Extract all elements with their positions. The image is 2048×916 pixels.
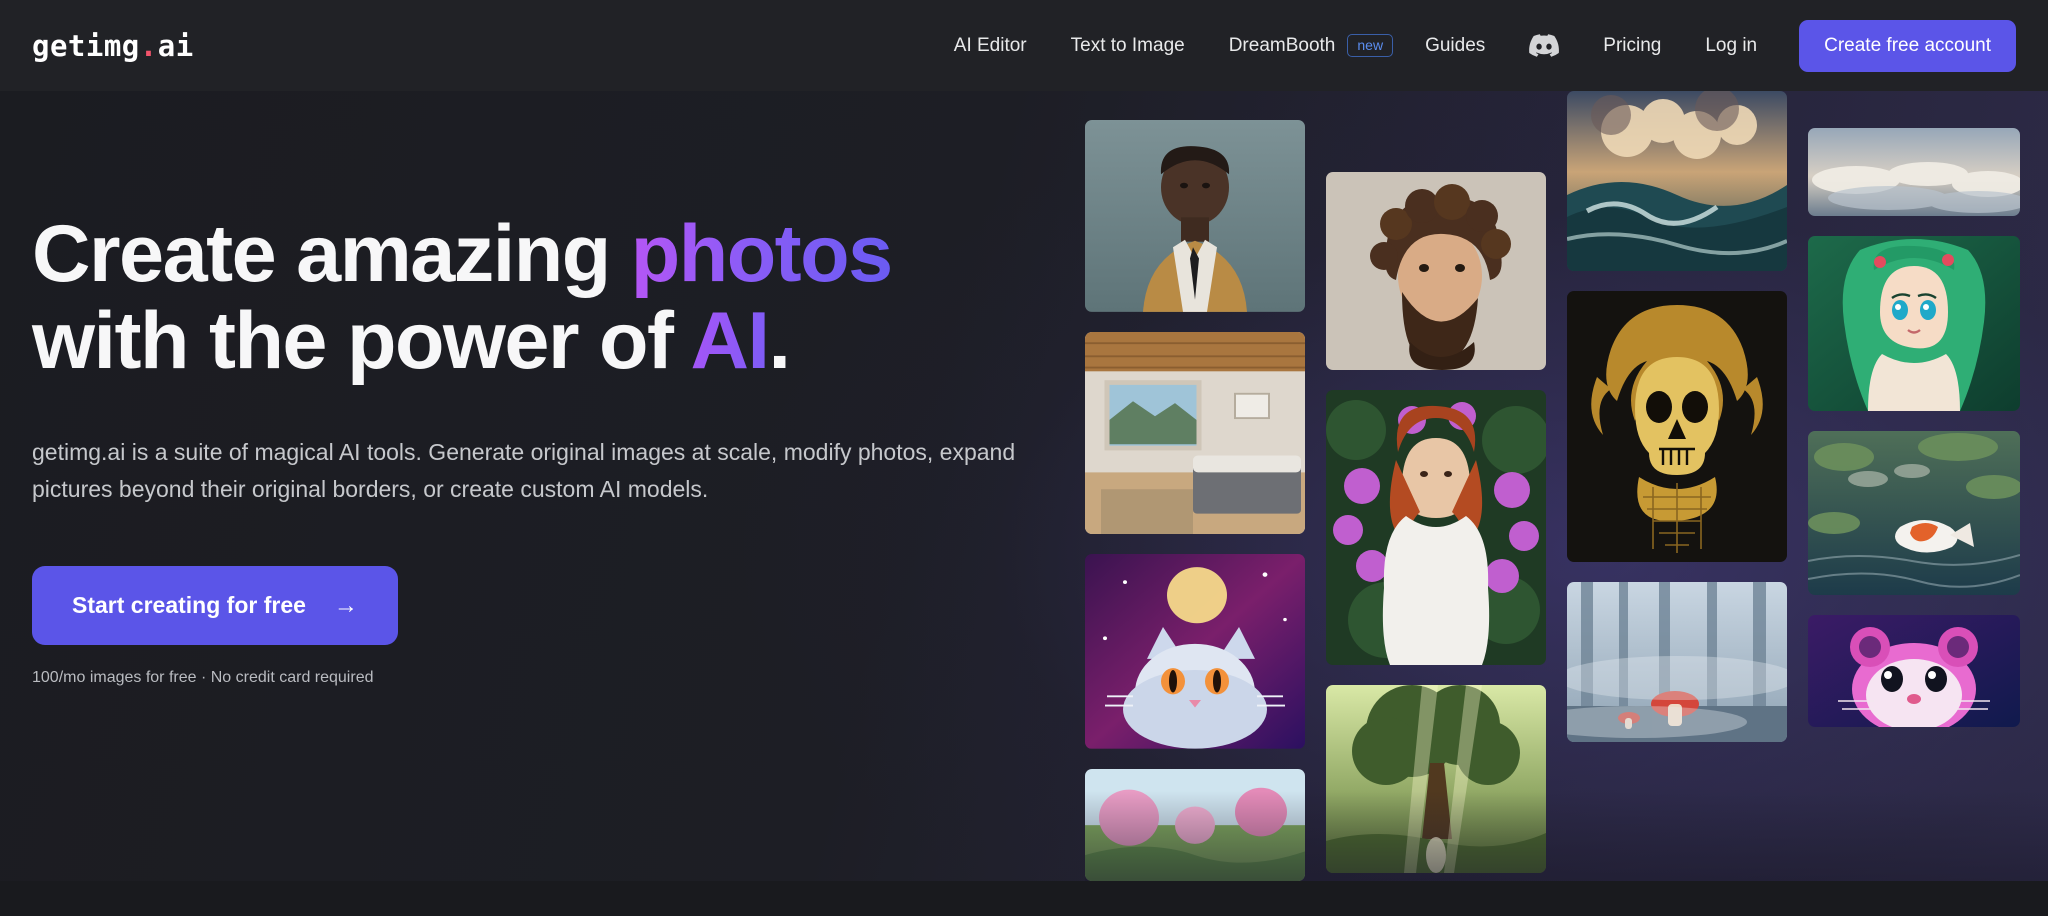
nav-item-text-to-image[interactable]: Text to Image <box>1049 27 1207 65</box>
hero-fineprint: 100/mo images for free · No credit card … <box>32 669 374 687</box>
tile-misty-mushroom-forest[interactable] <box>1567 582 1787 742</box>
tile-cloudscape[interactable] <box>1808 128 2020 216</box>
tile-forest-tree[interactable] <box>1326 685 1546 873</box>
tile-neon-hamster[interactable] <box>1808 615 2020 727</box>
tile-golden-medusa-skull[interactable] <box>1567 291 1787 562</box>
nav-item-ai-editor[interactable]: AI Editor <box>932 27 1049 65</box>
nav-item-pricing[interactable]: Pricing <box>1581 27 1683 65</box>
start-creating-label: Start creating for free <box>72 592 306 619</box>
start-creating-button[interactable]: Start creating for free → <box>32 566 398 646</box>
nav-label-ai-editor[interactable]: AI Editor <box>932 27 1049 65</box>
nav-label-guides[interactable]: Guides <box>1403 27 1507 65</box>
logo-text-suffix: ai <box>157 28 194 63</box>
nav-item-guides[interactable]: Guides <box>1403 27 1507 65</box>
headline-text-plain-1: Create amazing <box>32 209 631 299</box>
tile-bedroom-interior[interactable] <box>1085 331 1305 535</box>
nav-links-group: AI Editor Text to Image DreamBooth new G… <box>932 19 2016 72</box>
headline-accent-ai: AI <box>690 296 770 387</box>
tile-curly-bearded-man[interactable] <box>1326 172 1546 370</box>
page-bottom-strip <box>0 881 2048 916</box>
nav-label-text-to-image[interactable]: Text to Image <box>1049 27 1207 65</box>
hero-image-gallery <box>1085 91 2048 881</box>
nav-item-login[interactable]: Log in <box>1683 27 1779 65</box>
logo-text-main: getimg <box>32 28 140 63</box>
nav-label-dreambooth[interactable]: DreamBooth <box>1207 27 1346 65</box>
page-title: Create amazing photos with the power of … <box>32 209 1062 387</box>
tile-flower-goddess[interactable] <box>1326 390 1546 665</box>
hero-copy-block: Create amazing photos with the power of … <box>32 209 1062 687</box>
logo-dot: . <box>139 28 158 63</box>
mosaic-column-2 <box>1326 91 1546 881</box>
create-free-account-button[interactable]: Create free account <box>1799 19 2016 72</box>
tile-koi-pond[interactable] <box>1808 431 2020 595</box>
tile-green-hair-anime[interactable] <box>1808 236 2020 411</box>
tile-stormy-seascape[interactable] <box>1567 91 1787 271</box>
top-navigation-bar: getimg.ai AI Editor Text to Image DreamB… <box>0 0 2048 91</box>
hero-description: getimg.ai is a suite of magical AI tools… <box>32 438 1016 503</box>
page-root: getimg.ai AI Editor Text to Image DreamB… <box>0 0 2048 916</box>
headline-accent-photos: photos <box>630 209 893 299</box>
headline-period: . <box>768 296 791 387</box>
headline-line-2: with the power of AI. <box>32 296 791 387</box>
tile-portrait-man-coat[interactable] <box>1085 120 1305 312</box>
brand-logo[interactable]: getimg.ai <box>32 29 194 63</box>
headline-text-plain-2: with the power of <box>32 296 691 387</box>
nav-label-pricing[interactable]: Pricing <box>1581 27 1683 65</box>
arrow-right-icon: → <box>333 591 358 619</box>
status-badge-new: new <box>1347 33 1394 58</box>
discord-icon[interactable] <box>1529 31 1560 61</box>
mosaic-column-1 <box>1085 91 1305 881</box>
hero-section: Create amazing photos with the power of … <box>0 91 2048 881</box>
nav-label-login[interactable]: Log in <box>1683 27 1779 65</box>
tile-spring-landscape[interactable] <box>1085 768 1305 881</box>
mosaic-column-4 <box>1808 91 2020 881</box>
headline-line-1: Create amazing photos <box>32 209 893 299</box>
tile-cosmic-cat[interactable] <box>1085 554 1305 749</box>
nav-item-dreambooth[interactable]: DreamBooth new <box>1207 27 1403 65</box>
mosaic-column-3 <box>1567 91 1787 881</box>
